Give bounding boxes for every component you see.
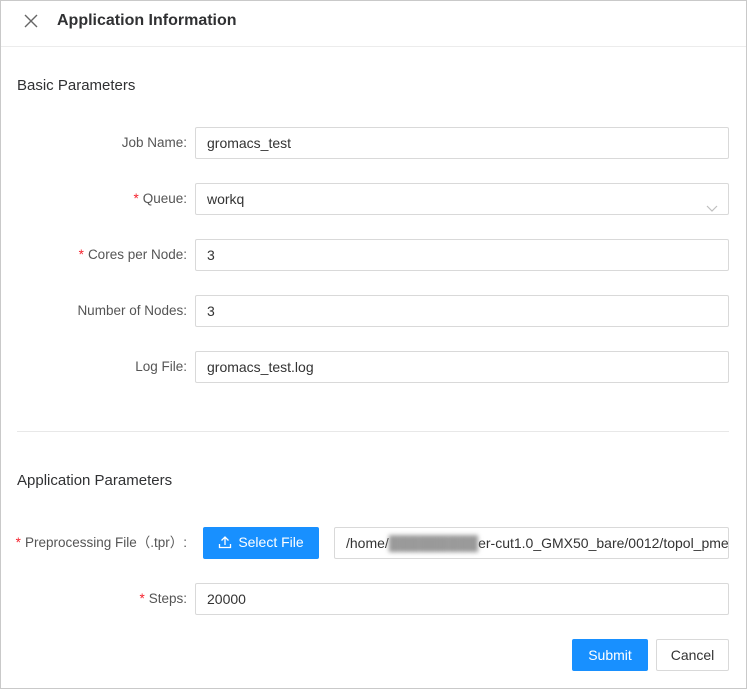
- dialog-header: Application Information: [1, 1, 746, 47]
- submit-button[interactable]: Submit: [572, 639, 648, 671]
- job-name-label: Job Name:: [121, 135, 187, 150]
- preprocessing-file-label: * Preprocessing File（.tpr）:: [15, 535, 187, 550]
- job-name-input[interactable]: gromacs_test: [195, 127, 729, 159]
- steps-input[interactable]: 20000: [195, 583, 729, 615]
- queue-select[interactable]: workq: [195, 183, 729, 215]
- number-of-nodes-label: Number of Nodes:: [77, 303, 187, 318]
- cores-per-node-label: * Cores per Node:: [78, 247, 187, 262]
- section-divider: [17, 431, 729, 432]
- number-of-nodes-input[interactable]: 3: [195, 295, 729, 327]
- application-parameters-heading: Application Parameters: [17, 472, 173, 489]
- required-marker: *: [133, 191, 139, 206]
- required-marker: *: [139, 591, 145, 606]
- steps-label: * Steps:: [139, 591, 187, 606]
- cancel-button[interactable]: Cancel: [656, 639, 729, 671]
- redacted-path-segment: █████████: [388, 535, 479, 551]
- queue-label: * Queue:: [133, 191, 187, 206]
- preprocessing-file-path-input[interactable]: /home/█████████er-cut1.0_GMX50_bare/0012…: [334, 527, 729, 559]
- required-marker: *: [15, 535, 21, 550]
- select-file-button[interactable]: Select File: [203, 527, 319, 559]
- log-file-label: Log File:: [135, 359, 187, 374]
- application-info-dialog: Application Information Basic Parameters…: [0, 0, 747, 689]
- required-marker: *: [78, 247, 84, 262]
- chevron-down-icon: [706, 194, 718, 212]
- basic-parameters-heading: Basic Parameters: [17, 77, 136, 94]
- log-file-input[interactable]: gromacs_test.log: [195, 351, 729, 383]
- close-icon[interactable]: [21, 11, 41, 31]
- upload-icon: [218, 535, 232, 552]
- cores-per-node-input[interactable]: 3: [195, 239, 729, 271]
- dialog-title: Application Information: [57, 12, 237, 29]
